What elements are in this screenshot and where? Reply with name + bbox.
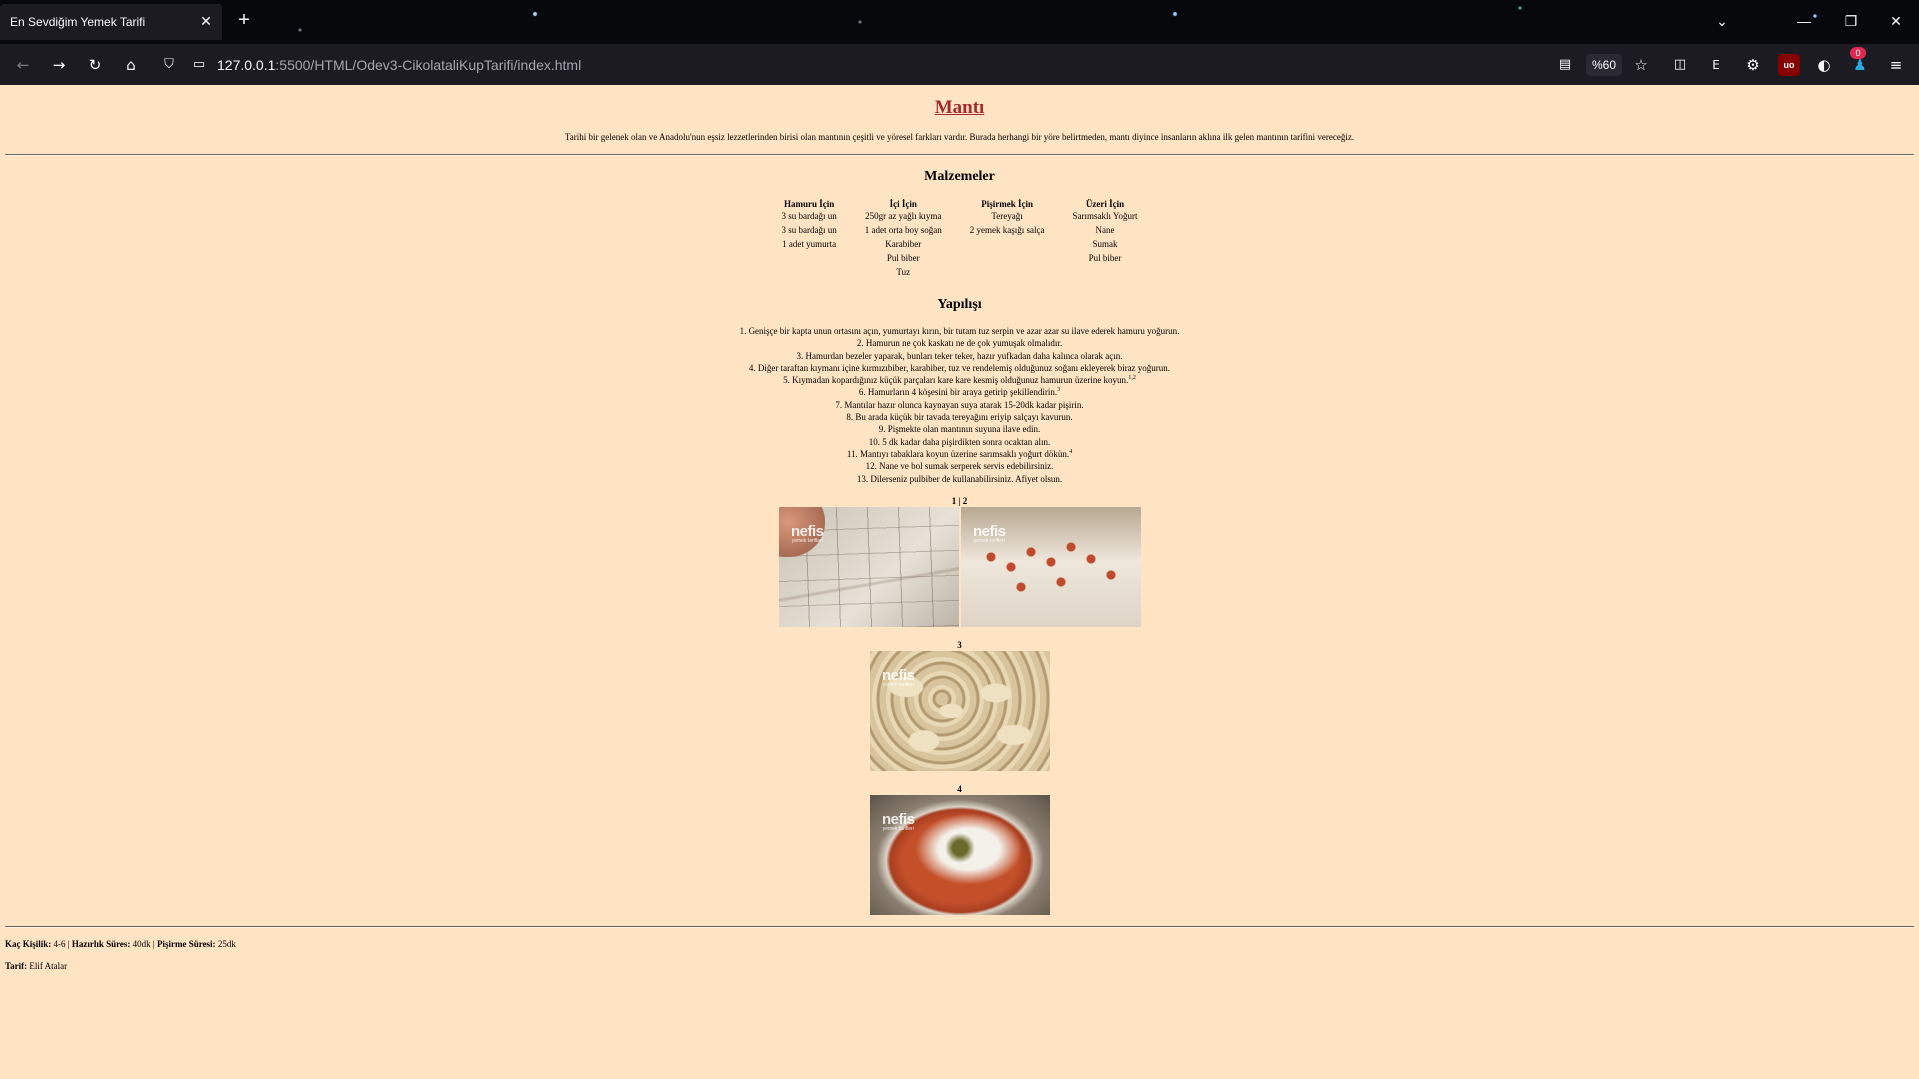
watermark-logo: nefis yemek tarifleri — [882, 811, 915, 832]
close-tab-icon[interactable]: ✕ — [198, 13, 214, 29]
table-row: Tuz — [769, 267, 1151, 279]
divider — [5, 926, 1914, 928]
url-host: 127.0.0.1 — [217, 57, 276, 73]
table-cell — [957, 267, 1058, 279]
table-cell: 250gr az yağlı kıyma — [865, 211, 942, 221]
list-item: 13. Dilerseniz pulbiber de kullanabilirs… — [856, 473, 1063, 484]
list-item: 8. Bu arada küçük bir tavada tereyağını … — [846, 412, 1073, 423]
table-header: Üzeri İçin — [1085, 198, 1125, 209]
table-cell — [957, 253, 1058, 265]
minimize-icon[interactable]: — — [1793, 10, 1815, 32]
menu-icon[interactable]: ≡ — [1885, 54, 1907, 76]
reader-view-icon[interactable]: ▤ — [1554, 54, 1576, 76]
table-cell: Tuz — [896, 267, 911, 277]
navigation-toolbar: ← → ↻ ⌂ ⛉ ▭ 127.0.0.1:5500/HTML/Odev3-Ci… — [0, 44, 1919, 85]
table-cell: Karabiber — [885, 239, 922, 249]
extension-e-icon[interactable]: E — [1705, 54, 1727, 76]
recipe-info: Kaç Kişilik: 4-6 | Hazırlık Süres: 40dk … — [5, 939, 236, 949]
list-item: 12. Nane ve bol sumak serperek servis ed… — [865, 461, 1054, 472]
recipe-image-2: nefis yemek tarifleri — [961, 507, 1141, 627]
shield-icon[interactable]: ⛉ — [158, 54, 180, 76]
table-cell — [769, 253, 850, 265]
tab-bar: En Sevdiğim Yemek Tarifi ✕ + ⌄ — ❐ ✕ — [0, 0, 1919, 44]
new-tab-button[interactable]: + — [234, 10, 254, 30]
list-item: 7. Mantılar hazır olunca kaynayan suya a… — [835, 399, 1084, 410]
recipe-author: Tarif: Elif Atalar — [5, 961, 68, 971]
tab-title: En Sevdiğim Yemek Tarifi — [10, 15, 146, 29]
page-title: Mantı — [934, 97, 985, 118]
forward-icon[interactable]: → — [48, 54, 70, 76]
extension-badge: 0 — [1850, 47, 1866, 59]
image-caption-3: 3 — [957, 640, 962, 650]
recipe-image-1: nefis yemek tarifleri — [779, 507, 959, 627]
table-cell: 1 adet orta boy soğan — [864, 225, 942, 235]
recipe-image-4: nefis yemek tarifleri — [870, 795, 1050, 915]
table-row: 3 su bardağı un 1 adet orta boy soğan 2 … — [769, 225, 1151, 237]
ingredients-heading: Malzemeler — [924, 169, 995, 184]
zoom-indicator[interactable]: %60 — [1586, 54, 1622, 76]
close-window-icon[interactable]: ✕ — [1885, 10, 1907, 32]
table-cell: Pul biber — [886, 253, 920, 263]
list-item: 1. Genişçe bir kapta unun ortasını açın,… — [739, 326, 1180, 336]
table-row: 3 su bardağı un 250gr az yağlı kıyma Ter… — [769, 211, 1151, 223]
intro-text: Tarihi bir gelenek olan ve Anadolu'nun e… — [564, 132, 1355, 142]
page-content: Mantı Tarihi bir gelenek olan ve Anadolu… — [0, 85, 1919, 1079]
table-row: 1 adet yumurta Karabiber Sumak — [769, 239, 1151, 251]
watermark-logo: nefis yemek tarifleri — [882, 667, 915, 688]
list-item: 9. Pişmekte olan mantının suyuna ilave e… — [878, 424, 1041, 435]
extensions-puzzle-icon[interactable]: ⚙ — [1742, 54, 1764, 76]
table-cell: 3 su bardağı un — [781, 211, 837, 221]
herb-garnish — [940, 833, 980, 863]
table-row: Pul biber Pul biber — [769, 253, 1151, 265]
table-header: İçi İçin — [889, 198, 917, 209]
table-cell — [1059, 267, 1150, 279]
watermark-logo: nefis yemek tarifleri — [791, 523, 824, 544]
list-item: 6. Hamurların 4 köşesini bir araya getir… — [858, 387, 1061, 398]
table-cell: Sumak — [1092, 239, 1118, 249]
table-cell: Nane — [1095, 225, 1115, 235]
url-bar[interactable]: 127.0.0.1:5500/HTML/Odev3-CikolataliKupT… — [217, 57, 581, 73]
table-header: Hamuru İçin — [783, 198, 835, 209]
list-item: 3. Hamurdan bezeler yaparak, bunları tek… — [796, 350, 1123, 361]
list-item: 10. 5 dk kadar daha pişirdikten sonra oc… — [868, 436, 1051, 447]
table-cell: 3 su bardağı un — [781, 225, 837, 235]
reload-icon[interactable]: ↻ — [84, 54, 106, 76]
table-cell — [769, 267, 850, 279]
table-cell: Pul biber — [1088, 253, 1122, 263]
recipe-image-3: nefis yemek tarifleri — [870, 651, 1050, 771]
pocket-icon[interactable]: ◫ — [1669, 54, 1691, 76]
table-cell: 1 adet yumurta — [782, 239, 837, 249]
ublock-icon[interactable]: uo — [1778, 54, 1800, 76]
list-all-tabs-icon[interactable]: ⌄ — [1711, 10, 1733, 32]
active-tab[interactable]: En Sevdiğim Yemek Tarifi ✕ — [0, 4, 222, 40]
page-icon: ▭ — [192, 57, 206, 72]
back-icon[interactable]: ← — [12, 54, 34, 76]
url-path: :5500/HTML/Odev3-CikolataliKupTarifi/ind… — [275, 57, 582, 73]
divider — [5, 154, 1914, 156]
ingredients-table: Hamuru İçin İçi İçin Pişirmek İçin Üzeri… — [767, 196, 1153, 281]
bookmark-star-icon[interactable]: ☆ — [1630, 54, 1652, 76]
list-item: 2. Hamurun ne çok kaskatı ne de çok yumu… — [856, 338, 1063, 349]
image-caption-1-2: 1 | 2 — [951, 496, 968, 506]
list-item: 5. Kıymadan kopardığınız küçük parçaları… — [783, 375, 1136, 386]
home-icon[interactable]: ⌂ — [120, 54, 142, 76]
steps-heading: Yapılışı — [937, 297, 982, 312]
table-cell: Sarımsaklı Yoğurt — [1072, 211, 1138, 221]
list-item: 11. Mantıyı tabaklara koyun üzerine sarı… — [846, 448, 1073, 459]
table-header: Pişirmek İçin — [981, 198, 1033, 209]
image-caption-4: 4 — [957, 784, 962, 794]
dark-mode-icon[interactable]: ◐ — [1813, 54, 1835, 76]
steps-list: 1. Genişçe bir kapta unun ortasını açın,… — [0, 325, 1919, 485]
list-item: 4. Diğer taraftan kıymanı içine kırmızıb… — [748, 362, 1171, 373]
restore-icon[interactable]: ❐ — [1840, 10, 1862, 32]
table-cell — [957, 239, 1058, 251]
table-cell: Tereyağı — [991, 211, 1023, 221]
table-cell: 2 yemek kaşığı salça — [969, 225, 1045, 235]
watermark-logo: nefis yemek tarifleri — [973, 523, 1006, 544]
